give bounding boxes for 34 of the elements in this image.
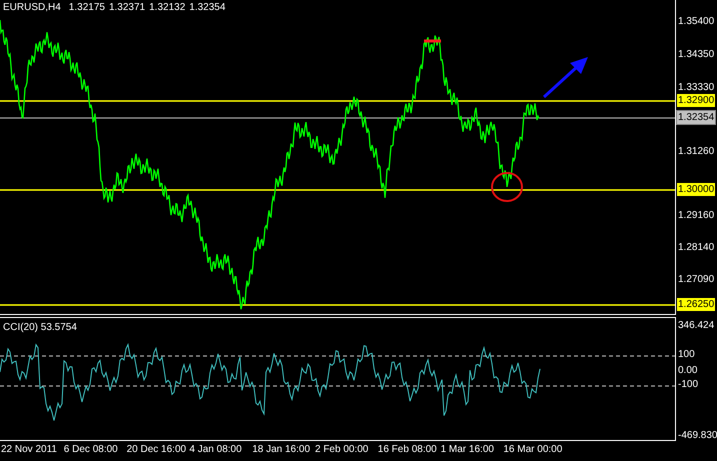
time-label: 16 Mar 00:00 bbox=[502, 444, 564, 457]
price-value: 1.32371 bbox=[108, 2, 146, 13]
price-tick-label: 1.33330 bbox=[678, 81, 714, 94]
price-value: 1.32175 bbox=[68, 2, 105, 13]
arrow-drawing bbox=[542, 57, 588, 98]
price-value: 1.32354 bbox=[189, 2, 226, 13]
price-tick-label: 1.35400 bbox=[678, 15, 714, 28]
indicator-scale-label: 346.424 bbox=[678, 319, 714, 332]
price-tick-label: 1.27090 bbox=[678, 273, 714, 286]
indicator-scale-label: 100 bbox=[678, 348, 695, 361]
symbol-label: EURUSD,H4 bbox=[3, 2, 61, 13]
price-tick-label: 1.31260 bbox=[678, 145, 714, 158]
time-label: 18 Jan 16:00 bbox=[251, 444, 312, 457]
level-price-label: 1.26250 bbox=[677, 298, 716, 311]
time-label: 22 Nov 2011 bbox=[0, 444, 58, 457]
level-price-label: 1.32900 bbox=[677, 94, 716, 107]
price-tick-label: 1.28140 bbox=[678, 241, 714, 254]
time-label: 4 Jan 08:00 bbox=[188, 444, 243, 457]
price-tick-label: 1.34350 bbox=[678, 48, 714, 61]
price-tick-label: 1.29160 bbox=[678, 209, 714, 222]
time-label: 1 Mar 16:00 bbox=[440, 444, 495, 457]
indicator-scale-label: 0.00 bbox=[678, 364, 698, 377]
level-price-label: 1.32354 bbox=[677, 111, 716, 124]
price-value: 1.32132 bbox=[149, 2, 186, 13]
time-label: 6 Dec 08:00 bbox=[62, 444, 119, 457]
time-label: 20 Dec 16:00 bbox=[126, 444, 188, 457]
time-label: 2 Feb 00:00 bbox=[314, 444, 370, 457]
indicator-title: CCI(20) 53.5754 bbox=[3, 322, 77, 333]
indicator-scale-label: -469.830 bbox=[678, 429, 717, 442]
time-label: 16 Feb 08:00 bbox=[376, 444, 438, 457]
circle-marker bbox=[491, 172, 523, 202]
indicator-scale-label: -100 bbox=[678, 378, 698, 391]
level-price-label: 1.30000 bbox=[677, 183, 716, 196]
peak-marker bbox=[424, 40, 441, 42]
